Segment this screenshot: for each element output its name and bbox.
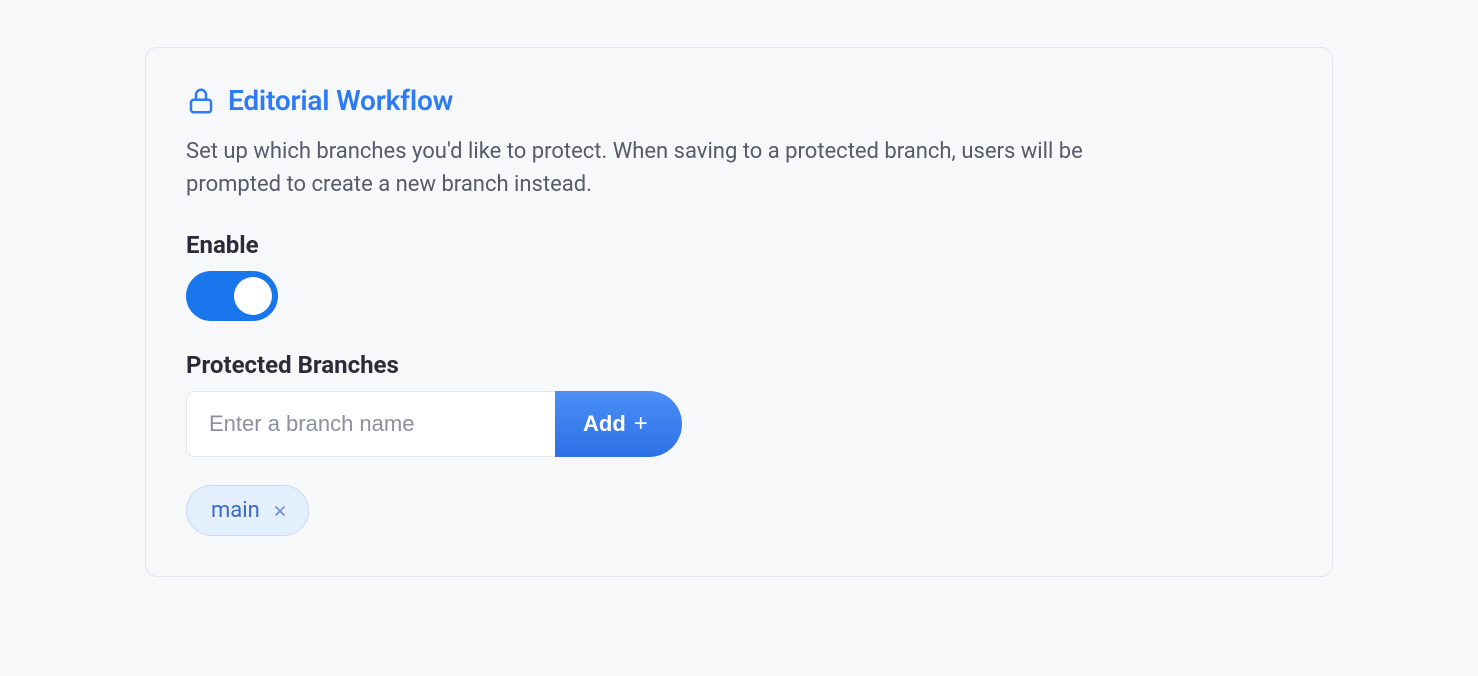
- branch-tag-list: main: [186, 485, 1292, 536]
- toggle-knob: [234, 277, 272, 315]
- add-branch-button[interactable]: Add +: [555, 391, 682, 457]
- add-button-label: Add: [583, 411, 626, 437]
- branch-tag-name: main: [211, 498, 260, 523]
- editorial-workflow-card: Editorial Workflow Set up which branches…: [145, 47, 1333, 577]
- card-title: Editorial Workflow: [228, 84, 453, 117]
- branch-input-row: Add +: [186, 391, 1292, 457]
- remove-branch-button[interactable]: [272, 503, 288, 519]
- branch-tag: main: [186, 485, 309, 536]
- card-description: Set up which branches you'd like to prot…: [186, 135, 1146, 201]
- protected-branches-field: Protected Branches Add + main: [186, 351, 1292, 536]
- plus-icon: +: [634, 412, 648, 436]
- protected-branches-label: Protected Branches: [186, 351, 1292, 379]
- enable-field: Enable: [186, 231, 1292, 321]
- enable-label: Enable: [186, 231, 1292, 259]
- card-header: Editorial Workflow: [186, 84, 1292, 117]
- branch-name-input[interactable]: [186, 391, 556, 457]
- lock-icon: [186, 86, 216, 116]
- enable-toggle[interactable]: [186, 271, 278, 321]
